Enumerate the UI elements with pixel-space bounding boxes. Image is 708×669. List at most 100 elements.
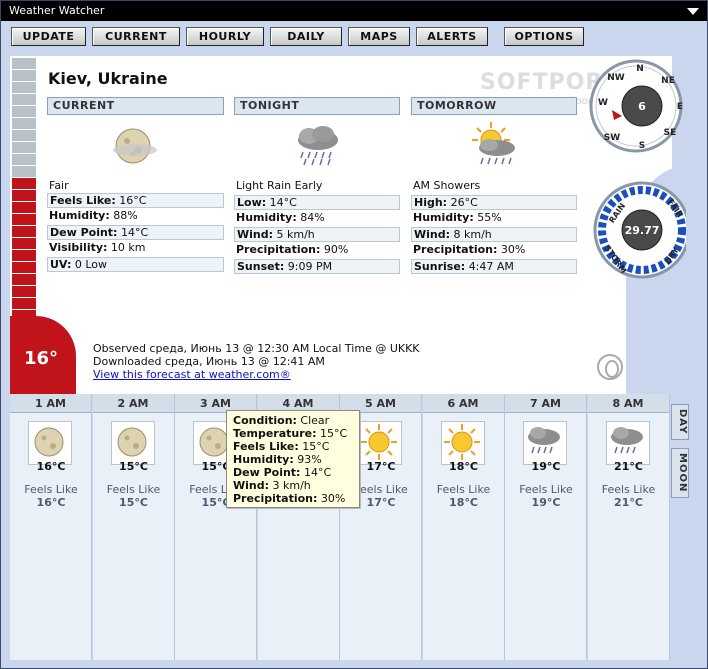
compass-w: W — [598, 98, 608, 108]
current-visibility: Visibility: 10 km — [49, 241, 146, 254]
current-humidity: Humidity: 88% — [49, 209, 138, 222]
hourly-feels-label: Feels Like — [106, 483, 161, 496]
thermometer-segment — [12, 94, 36, 105]
sun-icon — [358, 421, 402, 465]
location-title: Kiev, Ukraine — [48, 69, 168, 88]
tonight-condition: Light Rain Early — [236, 179, 323, 192]
hourly-tab[interactable]: HOURLY — [186, 27, 264, 46]
thermometer-segment — [12, 250, 36, 261]
thermometer-segment — [12, 274, 36, 285]
current-tab[interactable]: CURRENT — [92, 27, 180, 46]
current-condition: Fair — [49, 179, 69, 192]
compass-se: SE — [664, 128, 677, 138]
weather-com-link[interactable]: View this forecast at weather.com® — [93, 368, 291, 381]
tooltip-humidity: Humidity: 93% — [233, 453, 322, 466]
moon-fair-icon — [110, 421, 155, 465]
hourly-column[interactable]: 7 AM 19°C Feels Like 19°C — [505, 394, 587, 660]
barometer-value: 29.77 — [625, 224, 660, 237]
thermometer-segment — [12, 214, 36, 225]
hourly-column[interactable]: 2 AM 15°C Feels Like 15°C — [92, 394, 175, 660]
tonight-precipitation: Precipitation: 90% — [236, 243, 349, 256]
tomorrow-sunrise: Sunrise: 4:47 AM — [411, 259, 577, 274]
tonight-sunset: Sunset: 9:09 PM — [234, 259, 400, 274]
menu-dropdown-icon[interactable] — [687, 8, 699, 15]
moon-fair-icon — [28, 421, 72, 465]
downloaded-time: Downloaded среда, Июнь 13 @ 12:41 AM — [93, 355, 325, 368]
barometer-gauge: 29.77 RAIN FAIR STORM DRY — [593, 181, 686, 279]
tooltip-precipitation: Precipitation: 30% — [233, 492, 346, 505]
tonight-humidity: Humidity: 84% — [236, 211, 325, 224]
hourly-temp: 21°C — [614, 460, 643, 473]
thermometer-segment — [12, 82, 36, 93]
tooltip-dew-point: Dew Point: 14°C — [233, 466, 332, 479]
tooltip-condition: Condition: Clear — [233, 414, 330, 427]
thermometer-segment — [12, 106, 36, 117]
compass-nw: NW — [607, 73, 625, 83]
hourly-feels-value: 15°C — [119, 496, 148, 509]
compass-sw: SW — [604, 133, 620, 143]
tonight-header: TONIGHT — [234, 97, 400, 115]
compass-value: 6 — [638, 100, 646, 113]
thermometer-segment — [12, 286, 36, 297]
hourly-feels-label: Feels Like — [24, 483, 78, 496]
maps-tab[interactable]: MAPS — [348, 27, 410, 46]
options-tab[interactable]: OPTIONS — [504, 27, 584, 46]
compass-n: N — [636, 64, 644, 74]
hourly-column[interactable]: 6 AM 18°C Feels Like 18°C — [422, 394, 505, 660]
radar-icon[interactable] — [597, 354, 623, 380]
hourly-column[interactable]: 1 AM 16°C Feels Like 16°C — [10, 394, 92, 660]
sun-showers-icon — [469, 120, 519, 173]
thermometer-segment — [12, 178, 36, 189]
rain-cloud-icon — [523, 421, 567, 465]
hourly-temp: 19°C — [531, 460, 561, 473]
tooltip-temperature: Temperature: 15°C — [233, 427, 348, 440]
tooltip-wind: Wind: 3 km/h — [233, 479, 311, 492]
hourly-temp: 16°C — [36, 460, 66, 473]
hourly-time: 6 AM — [422, 394, 504, 413]
tonight-wind: Wind: 5 km/h — [234, 227, 400, 242]
thermometer-segment — [12, 130, 36, 141]
current-dew-point: Dew Point: 14°C — [47, 225, 224, 240]
observed-time: Observed среда, Июнь 13 @ 12:30 AM Local… — [93, 342, 420, 355]
thermometer-segment — [12, 70, 36, 81]
tomorrow-header: TOMORROW — [411, 97, 577, 115]
moon-tab[interactable]: MOON — [671, 448, 689, 498]
hourly-temp: 18°C — [449, 460, 478, 473]
thermometer-segment — [12, 166, 36, 177]
daily-tab[interactable]: DAILY — [270, 27, 342, 46]
compass-ne: NE — [661, 76, 675, 86]
hourly-feels-label: Feels Like — [519, 483, 573, 496]
hourly-feels-value: 21°C — [614, 496, 643, 509]
tomorrow-wind: Wind: 8 km/h — [411, 227, 577, 242]
hourly-feels-label: Feels Like — [436, 483, 491, 496]
thermometer-segment — [12, 226, 36, 237]
current-header: CURRENT — [47, 97, 224, 115]
observation-info: Observed среда, Июнь 13 @ 12:30 AM Local… — [93, 342, 420, 381]
current-temperature: 16° — [24, 348, 59, 369]
rain-cloud-icon — [605, 421, 650, 465]
hourly-temp: 15°C — [119, 460, 148, 473]
thermometer-segment — [12, 58, 36, 69]
thermometer-segment — [12, 142, 36, 153]
current-feels-like: Feels Like: 16°C — [47, 193, 224, 208]
hourly-column[interactable]: 8 AM 21°C Feels Like 21°C — [587, 394, 670, 660]
alerts-tab[interactable]: ALERTS — [416, 27, 488, 46]
window-title: Weather Watcher — [9, 4, 105, 17]
thermometer-segment — [12, 190, 36, 201]
sun-icon — [440, 421, 485, 465]
hourly-time: 2 AM — [92, 394, 174, 413]
tooltip-feels-like: Feels Like: 15°C — [233, 440, 330, 453]
tomorrow-high: High: 26°C — [411, 195, 577, 210]
compass-e: E — [677, 102, 683, 112]
thermometer-segment — [12, 298, 36, 309]
tomorrow-precipitation: Precipitation: 30% — [413, 243, 526, 256]
tonight-low: Low: 14°C — [234, 195, 400, 210]
hourly-feels-value: 19°C — [531, 496, 561, 509]
hourly-feels-value: 16°C — [36, 496, 66, 509]
rain-cloud-icon — [293, 124, 343, 171]
tomorrow-condition: AM Showers — [413, 179, 481, 192]
day-tab[interactable]: DAY — [671, 404, 689, 440]
update-button[interactable]: UPDATE — [11, 27, 86, 46]
thermometer-segment — [12, 154, 36, 165]
compass-s: S — [639, 141, 645, 151]
